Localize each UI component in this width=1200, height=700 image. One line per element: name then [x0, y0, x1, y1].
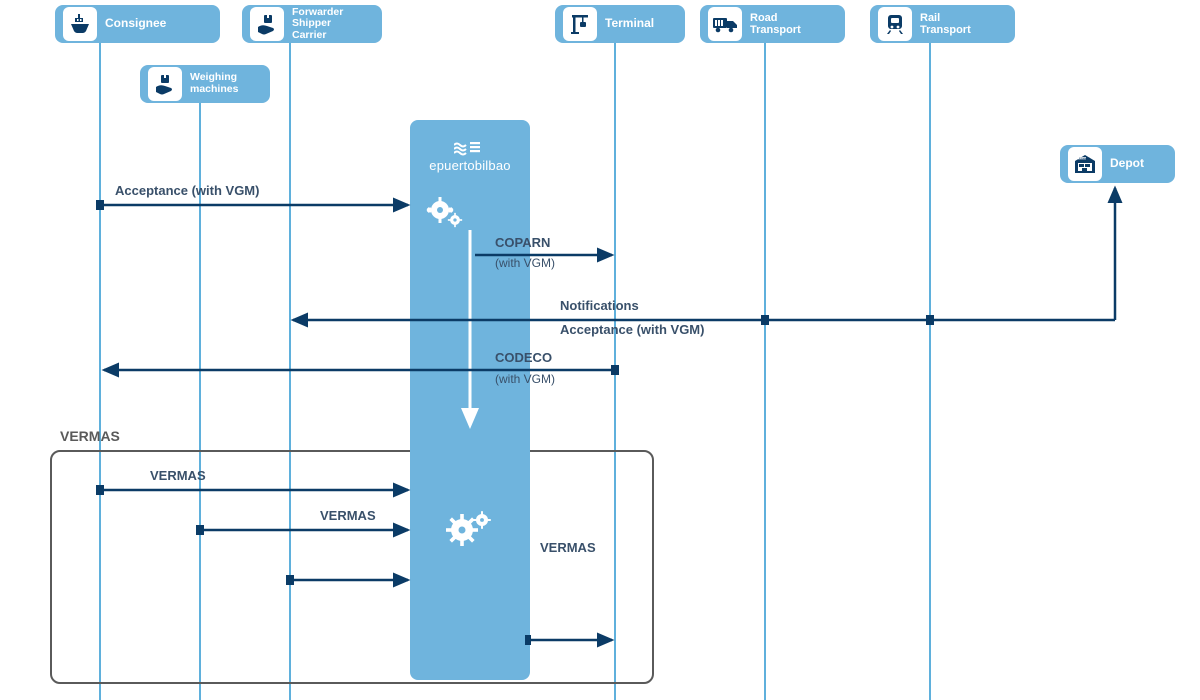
actor-road: Road Transport	[700, 5, 845, 43]
actor-depot-label: Depot	[1110, 157, 1144, 170]
truck-icon	[708, 7, 742, 41]
actor-rail: Rail Transport	[870, 5, 1015, 43]
vermas-group-title: VERMAS	[60, 428, 120, 444]
actor-forwarder-label: Forwarder Shipper Carrier	[292, 7, 343, 42]
msg-codeco-sub: (with VGM)	[495, 372, 555, 386]
actor-terminal: Terminal	[555, 5, 685, 43]
actor-rail-label: Rail Transport	[920, 12, 971, 36]
msg-coparn-sub: (with VGM)	[495, 256, 555, 270]
actor-depot: STORAGE Depot	[1060, 145, 1175, 183]
msg-vermas1-label: VERMAS	[150, 468, 206, 483]
svg-text:STORAGE: STORAGE	[1079, 157, 1090, 160]
msg-codeco-label: CODECO	[495, 350, 552, 365]
actor-consignee: Consignee	[55, 5, 220, 43]
central-hub: epuertobilbao	[410, 120, 530, 680]
actor-weighing: Weighing machines	[140, 65, 270, 103]
train-icon	[878, 7, 912, 41]
crane-icon	[563, 7, 597, 41]
scale-icon	[148, 67, 182, 101]
actor-road-label: Road Transport	[750, 12, 801, 36]
actor-weighing-label: Weighing machines	[190, 72, 238, 95]
actor-consignee-label: Consignee	[105, 17, 166, 30]
msg-vermas2-label: VERMAS	[320, 508, 376, 523]
warehouse-icon: STORAGE	[1068, 147, 1102, 181]
hand-box-icon	[250, 7, 284, 41]
actor-forwarder: Forwarder Shipper Carrier	[242, 5, 382, 43]
actor-terminal-label: Terminal	[605, 17, 654, 30]
msg-notifications-label: Notifications	[560, 298, 639, 313]
central-hub-label: epuertobilbao	[410, 158, 530, 173]
msg-acceptance-label: Acceptance (with VGM)	[115, 183, 259, 198]
ship-icon	[63, 7, 97, 41]
msg-coparn-label: COPARN	[495, 235, 550, 250]
vermas-group-frame	[50, 450, 654, 684]
lifeline-road	[764, 43, 766, 700]
wave-icon	[454, 142, 482, 156]
central-hub-logo: epuertobilbao	[410, 140, 530, 173]
msg-vermas-out-label: VERMAS	[540, 540, 596, 555]
lifeline-rail	[929, 43, 931, 700]
msg-acceptance2-label: Acceptance (with VGM)	[560, 322, 704, 337]
